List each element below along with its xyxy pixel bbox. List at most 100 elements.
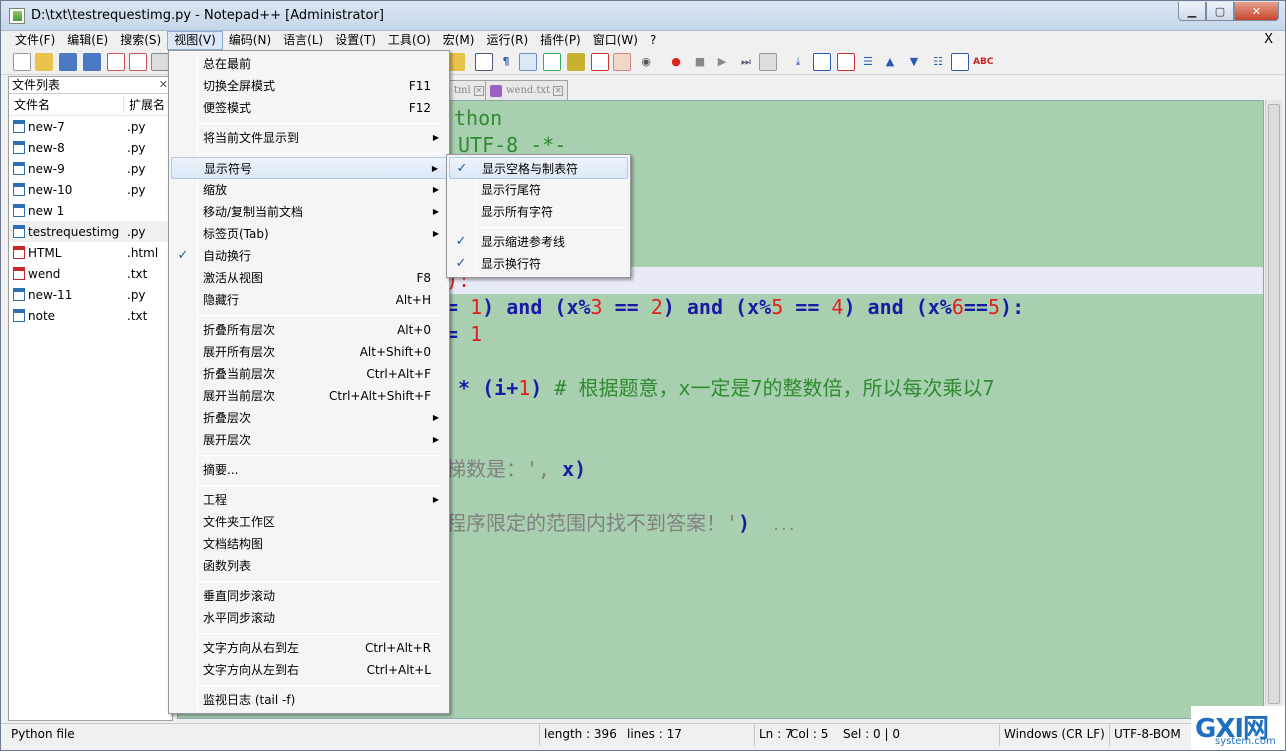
menu-language[interactable]: 语言(L)	[277, 31, 329, 50]
menu-item-postit[interactable]: 便签模式 F12	[171, 97, 447, 119]
file-list-title-text: 文件列表	[12, 78, 61, 92]
menu-item-summary[interactable]: 摘要...	[171, 459, 447, 481]
menu-item-unfold-current[interactable]: 展开当前层次 Ctrl+Alt+Shift+F	[171, 385, 447, 407]
minimize-button[interactable]: ▁	[1178, 2, 1206, 21]
file-row[interactable]: wend .txt	[9, 263, 172, 284]
menu-item-fullscreen[interactable]: 切换全屏模式 F11	[171, 75, 447, 97]
menu-item-ltr[interactable]: 文字方向从左到右 Ctrl+Alt+L	[171, 659, 447, 681]
function-list-icon[interactable]	[591, 53, 609, 71]
menu-item-show-wrap-symbol[interactable]: ✓ 显示换行符	[449, 253, 628, 275]
menu-item-project[interactable]: 工程 ▶	[171, 489, 447, 511]
download-icon[interactable]: ⤓	[789, 53, 807, 71]
stop-macro-icon[interactable]: ■	[691, 53, 709, 71]
menu-item-show-indent-guide[interactable]: ✓ 显示缩进参考线	[449, 231, 628, 253]
menu-item-unfold-all[interactable]: 展开所有层次 Alt+Shift+0	[171, 341, 447, 363]
tab-close-icon[interactable]: ✕	[553, 85, 564, 96]
menu-item-view-current-file-in[interactable]: 将当前文件显示到 ▶	[171, 127, 447, 149]
menu-macro[interactable]: 宏(M)	[437, 31, 481, 50]
arrow-up-icon[interactable]: ▲	[881, 53, 899, 71]
compare-icon[interactable]	[837, 53, 855, 71]
close-document-button[interactable]: X	[1264, 32, 1273, 47]
save-icon[interactable]	[59, 53, 77, 71]
scroll-thumb[interactable]	[1268, 104, 1280, 704]
close-button[interactable]: ✕	[1234, 2, 1279, 21]
close-panel-icon[interactable]: ✕	[159, 77, 168, 93]
menu-item-document-map[interactable]: 文档结构图	[171, 533, 447, 555]
save-all-icon[interactable]	[83, 53, 101, 71]
column-header-name[interactable]: 文件名	[9, 96, 124, 113]
menu-plugins[interactable]: 插件(P)	[534, 31, 587, 50]
indent-guide-icon[interactable]	[519, 53, 537, 71]
menu-item-zoom[interactable]: 缩放 ▶	[171, 179, 447, 201]
menu-item-monitoring[interactable]: 监视日志 (tail -f)	[171, 689, 447, 711]
menu-search[interactable]: 搜索(S)	[114, 31, 167, 50]
menu-item-move-clone[interactable]: 移动/复制当前文档 ▶	[171, 201, 447, 223]
monitor-icon[interactable]: ◉	[637, 53, 655, 71]
folder-icon[interactable]	[613, 53, 631, 71]
column-header-ext[interactable]: 扩展名	[124, 96, 165, 113]
run-multiple-icon[interactable]: ⏭	[737, 53, 755, 71]
file-row[interactable]: HTML .html	[9, 242, 172, 263]
open-file-icon[interactable]	[35, 53, 53, 71]
menu-item-sync-vertical[interactable]: 垂直同步滚动	[171, 585, 447, 607]
menu-item-fold-current[interactable]: 折叠当前层次 Ctrl+Alt+F	[171, 363, 447, 385]
doc-map-icon[interactable]	[567, 53, 585, 71]
menu-settings[interactable]: 设置(T)	[329, 31, 382, 50]
menu-item-tab[interactable]: 标签页(Tab) ▶	[171, 223, 447, 245]
play-macro-icon[interactable]: ▶	[713, 53, 731, 71]
menu-file[interactable]: 文件(F)	[9, 31, 61, 50]
menu-item-show-whitespace[interactable]: ✓ 显示空格与制表符	[449, 157, 628, 179]
menu-view[interactable]: 视图(V)	[167, 31, 223, 50]
table-icon[interactable]	[951, 53, 969, 71]
menu-item-always-on-top[interactable]: 总在最前	[171, 53, 447, 75]
file-row-selected[interactable]: testrequestimg .py	[9, 221, 172, 242]
menu-item-word-wrap[interactable]: ✓ 自动换行	[171, 245, 447, 267]
new-file-icon[interactable]	[13, 53, 31, 71]
menu-item-focus-other-view[interactable]: 激活从视图 F8	[171, 267, 447, 289]
menu-item-sync-horizontal[interactable]: 水平同步滚动	[171, 607, 447, 629]
close-file-icon[interactable]	[107, 53, 125, 71]
menu-separator	[199, 455, 443, 456]
tab-wend[interactable]: wend.txt ✕	[485, 80, 569, 100]
menu-tools[interactable]: 工具(O)	[382, 31, 437, 50]
menu-item-function-list[interactable]: 函数列表	[171, 555, 447, 577]
file-row[interactable]: note .txt	[9, 305, 172, 326]
file-row[interactable]: new-10 .py	[9, 179, 172, 200]
file-row[interactable]: new-11 .py	[9, 284, 172, 305]
menu-item-show-all-chars[interactable]: 显示所有字符	[449, 201, 628, 223]
record-macro-icon[interactable]: ●	[667, 53, 685, 71]
menu-item-hide-lines[interactable]: 隐藏行 Alt+H	[171, 289, 447, 311]
pilcrow-icon[interactable]: ¶	[497, 53, 515, 71]
save-macro-icon[interactable]	[759, 53, 777, 71]
menu-item-folder-workspace[interactable]: 文件夹工作区	[171, 511, 447, 533]
close-all-icon[interactable]	[129, 53, 147, 71]
tab-close-icon[interactable]: ✕	[473, 85, 484, 96]
tab-html[interactable]: tml ✕	[449, 80, 489, 100]
spellcheck-icon[interactable]: ABC	[973, 53, 993, 71]
menu-item-fold-all[interactable]: 折叠所有层次 Alt+0	[171, 319, 447, 341]
print-icon[interactable]	[151, 53, 169, 71]
align-icon[interactable]: ☷	[929, 53, 947, 71]
maximize-button[interactable]: ▢	[1206, 2, 1234, 21]
file-row[interactable]: new-8 .py	[9, 137, 172, 158]
menu-help[interactable]: ?	[644, 31, 662, 50]
menu-item-rtl[interactable]: 文字方向从右到左 Ctrl+Alt+R	[171, 637, 447, 659]
arrow-down-icon[interactable]: ▼	[905, 53, 923, 71]
sort-icon[interactable]: ☰	[859, 53, 877, 71]
file-row[interactable]: new-7 .py	[9, 116, 172, 137]
show-symbol-submenu: ✓ 显示空格与制表符 显示行尾符 显示所有字符 ✓ 显示缩进参考线 ✓ 显示换行符	[446, 154, 631, 278]
menu-item-show-eol[interactable]: 显示行尾符	[449, 179, 628, 201]
menu-item-show-symbol[interactable]: 显示符号 ▶	[171, 157, 447, 179]
file-row[interactable]: new 1	[9, 200, 172, 221]
file-row[interactable]: new-9 .py	[9, 158, 172, 179]
menu-item-unfold-level[interactable]: 展开层次 ▶	[171, 429, 447, 451]
menu-edit[interactable]: 编辑(E)	[61, 31, 114, 50]
menu-item-fold-level[interactable]: 折叠层次 ▶	[171, 407, 447, 429]
vertical-scrollbar[interactable]	[1265, 100, 1282, 719]
wrap-icon[interactable]	[475, 53, 493, 71]
menu-encoding[interactable]: 编码(N)	[223, 31, 277, 50]
menu-run[interactable]: 运行(R)	[480, 31, 534, 50]
language-icon[interactable]	[543, 53, 561, 71]
menu-window[interactable]: 窗口(W)	[587, 31, 644, 50]
list-icon[interactable]	[813, 53, 831, 71]
